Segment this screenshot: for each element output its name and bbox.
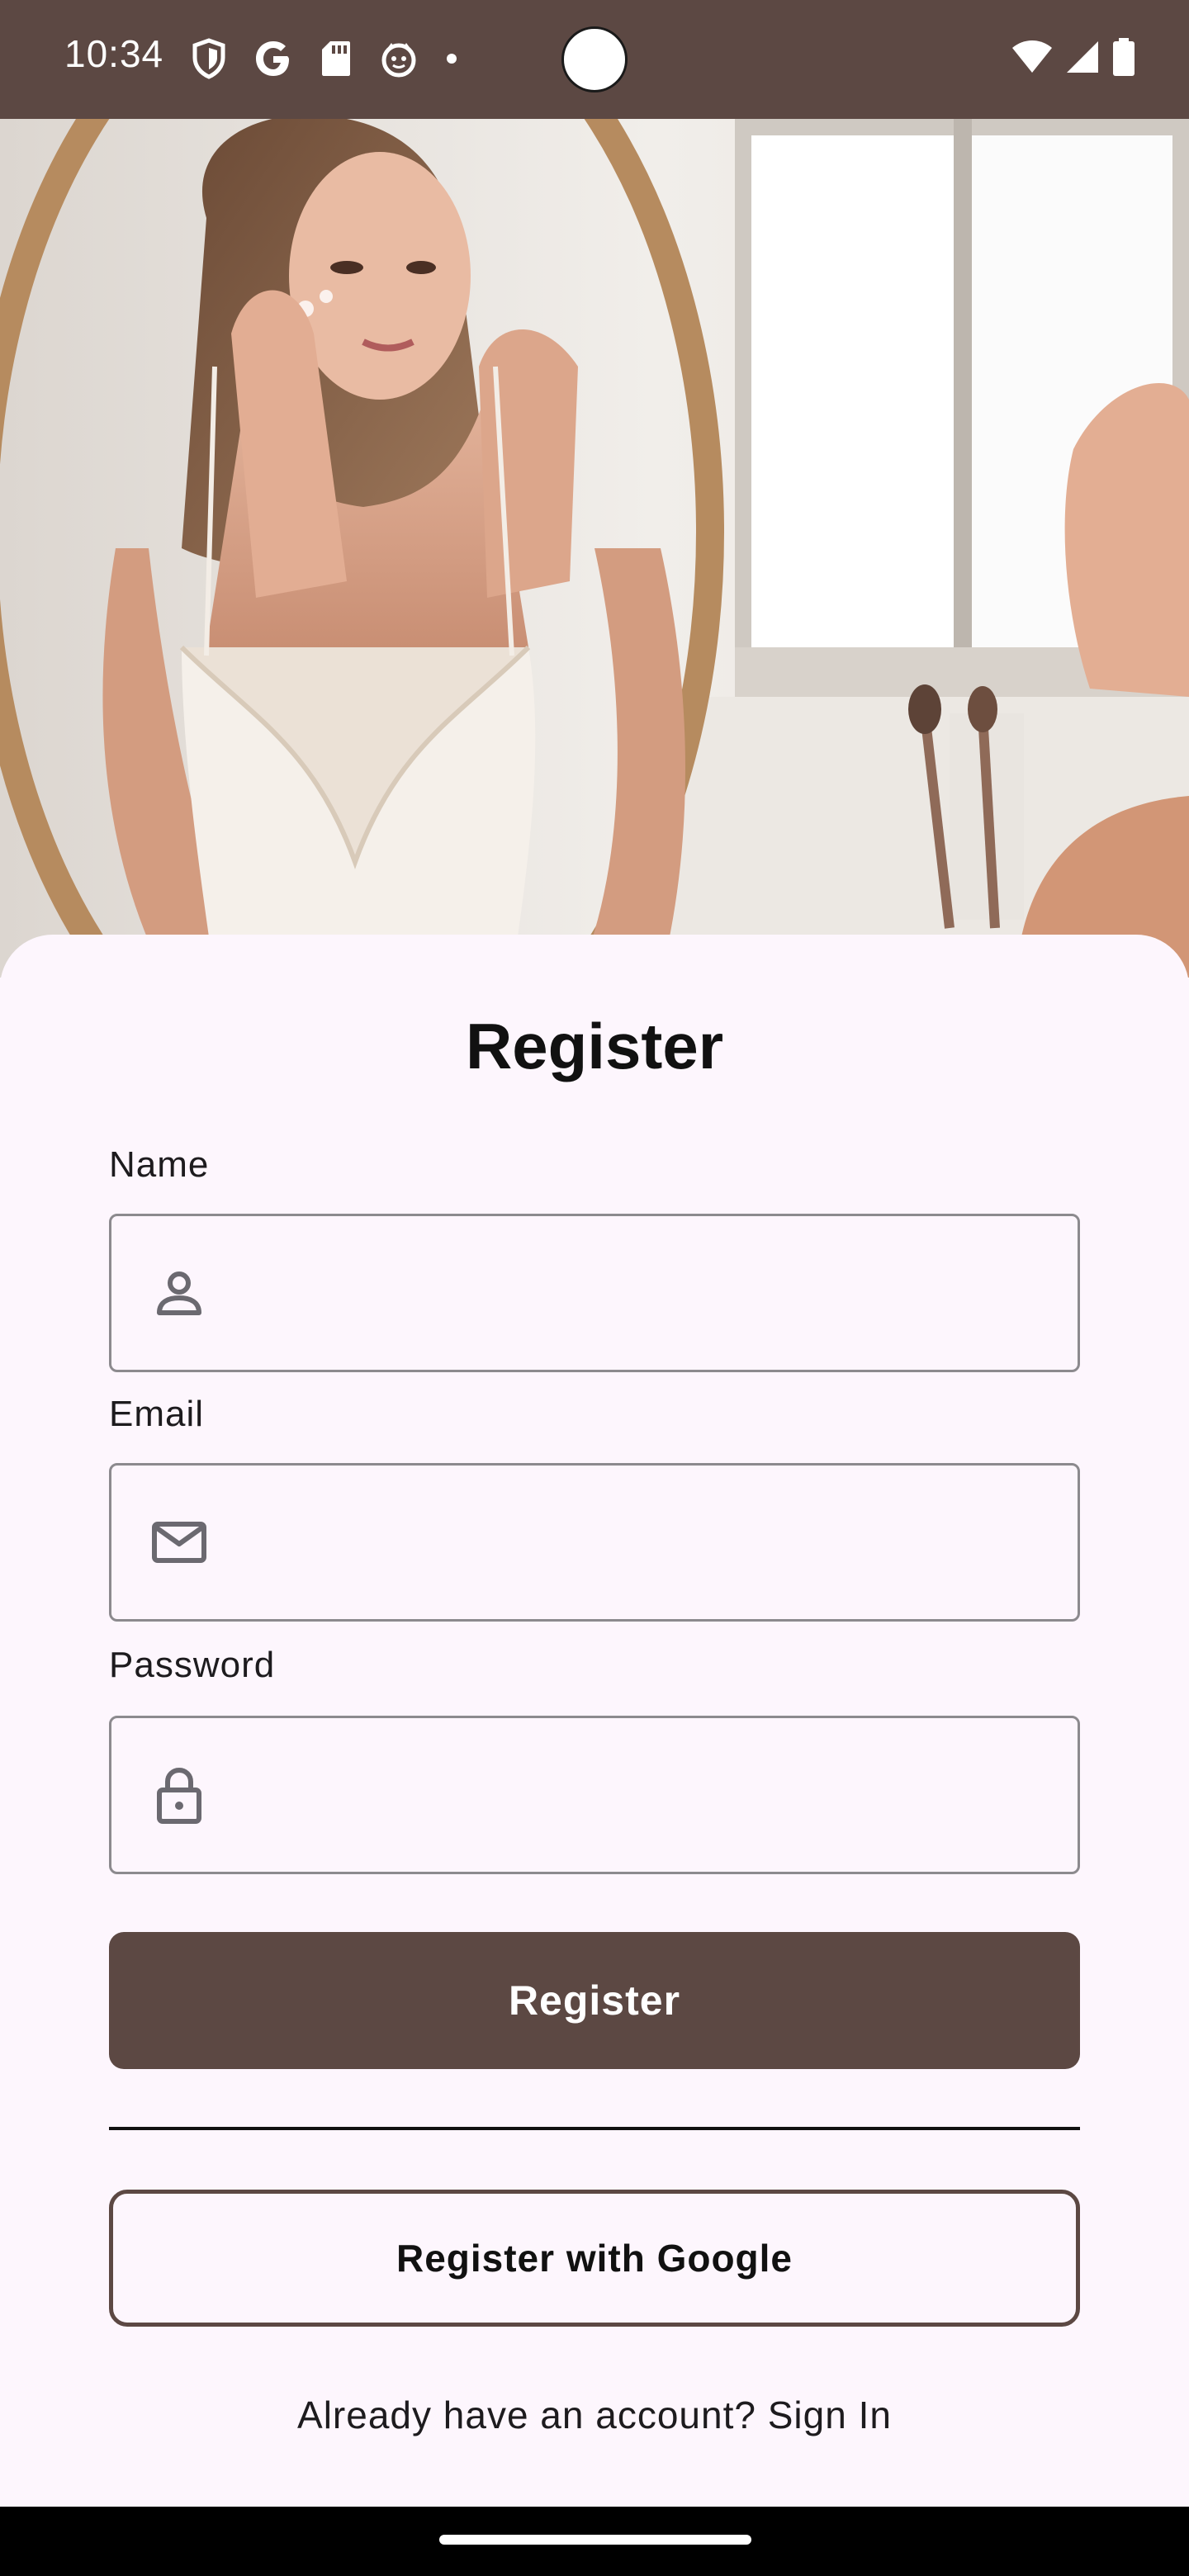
camera-cutout bbox=[561, 26, 628, 92]
password-label: Password bbox=[109, 1645, 276, 1685]
name-input[interactable] bbox=[235, 1216, 1053, 1370]
page-title: Register bbox=[465, 1010, 724, 1082]
sign-in-link[interactable]: Already have an account? Sign In bbox=[0, 2393, 1189, 2437]
divider bbox=[109, 2127, 1080, 2130]
status-time: 10:34 bbox=[64, 32, 164, 75]
email-input[interactable] bbox=[235, 1466, 1053, 1619]
battery-icon bbox=[1111, 38, 1136, 80]
shield-icon bbox=[192, 38, 226, 79]
sd-card-icon bbox=[320, 40, 352, 78]
password-field[interactable] bbox=[109, 1716, 1080, 1874]
signal-icon bbox=[1065, 40, 1100, 78]
name-field[interactable] bbox=[109, 1214, 1080, 1372]
mail-icon bbox=[149, 1513, 209, 1572]
woman-skincare-mirror-photo bbox=[0, 119, 1189, 978]
dot-icon bbox=[446, 53, 457, 64]
register-button[interactable]: Register bbox=[109, 1932, 1080, 2069]
hero-image bbox=[0, 119, 1189, 978]
email-field[interactable] bbox=[109, 1463, 1080, 1622]
register-with-google-button[interactable]: Register with Google bbox=[109, 2190, 1080, 2327]
status-notification-icons bbox=[192, 38, 457, 79]
status-system-icons bbox=[1011, 38, 1136, 80]
wifi-icon bbox=[1011, 40, 1054, 78]
home-gesture-handle[interactable] bbox=[439, 2535, 751, 2545]
navigation-bar bbox=[0, 2507, 1189, 2576]
google-g-icon bbox=[254, 40, 292, 78]
name-label: Name bbox=[109, 1144, 210, 1185]
status-bar: 10:34 bbox=[0, 0, 1189, 119]
person-icon bbox=[149, 1263, 209, 1323]
password-input[interactable] bbox=[235, 1718, 1053, 1872]
lock-icon bbox=[149, 1765, 209, 1825]
face-icon bbox=[380, 40, 418, 78]
email-label: Email bbox=[109, 1394, 205, 1434]
